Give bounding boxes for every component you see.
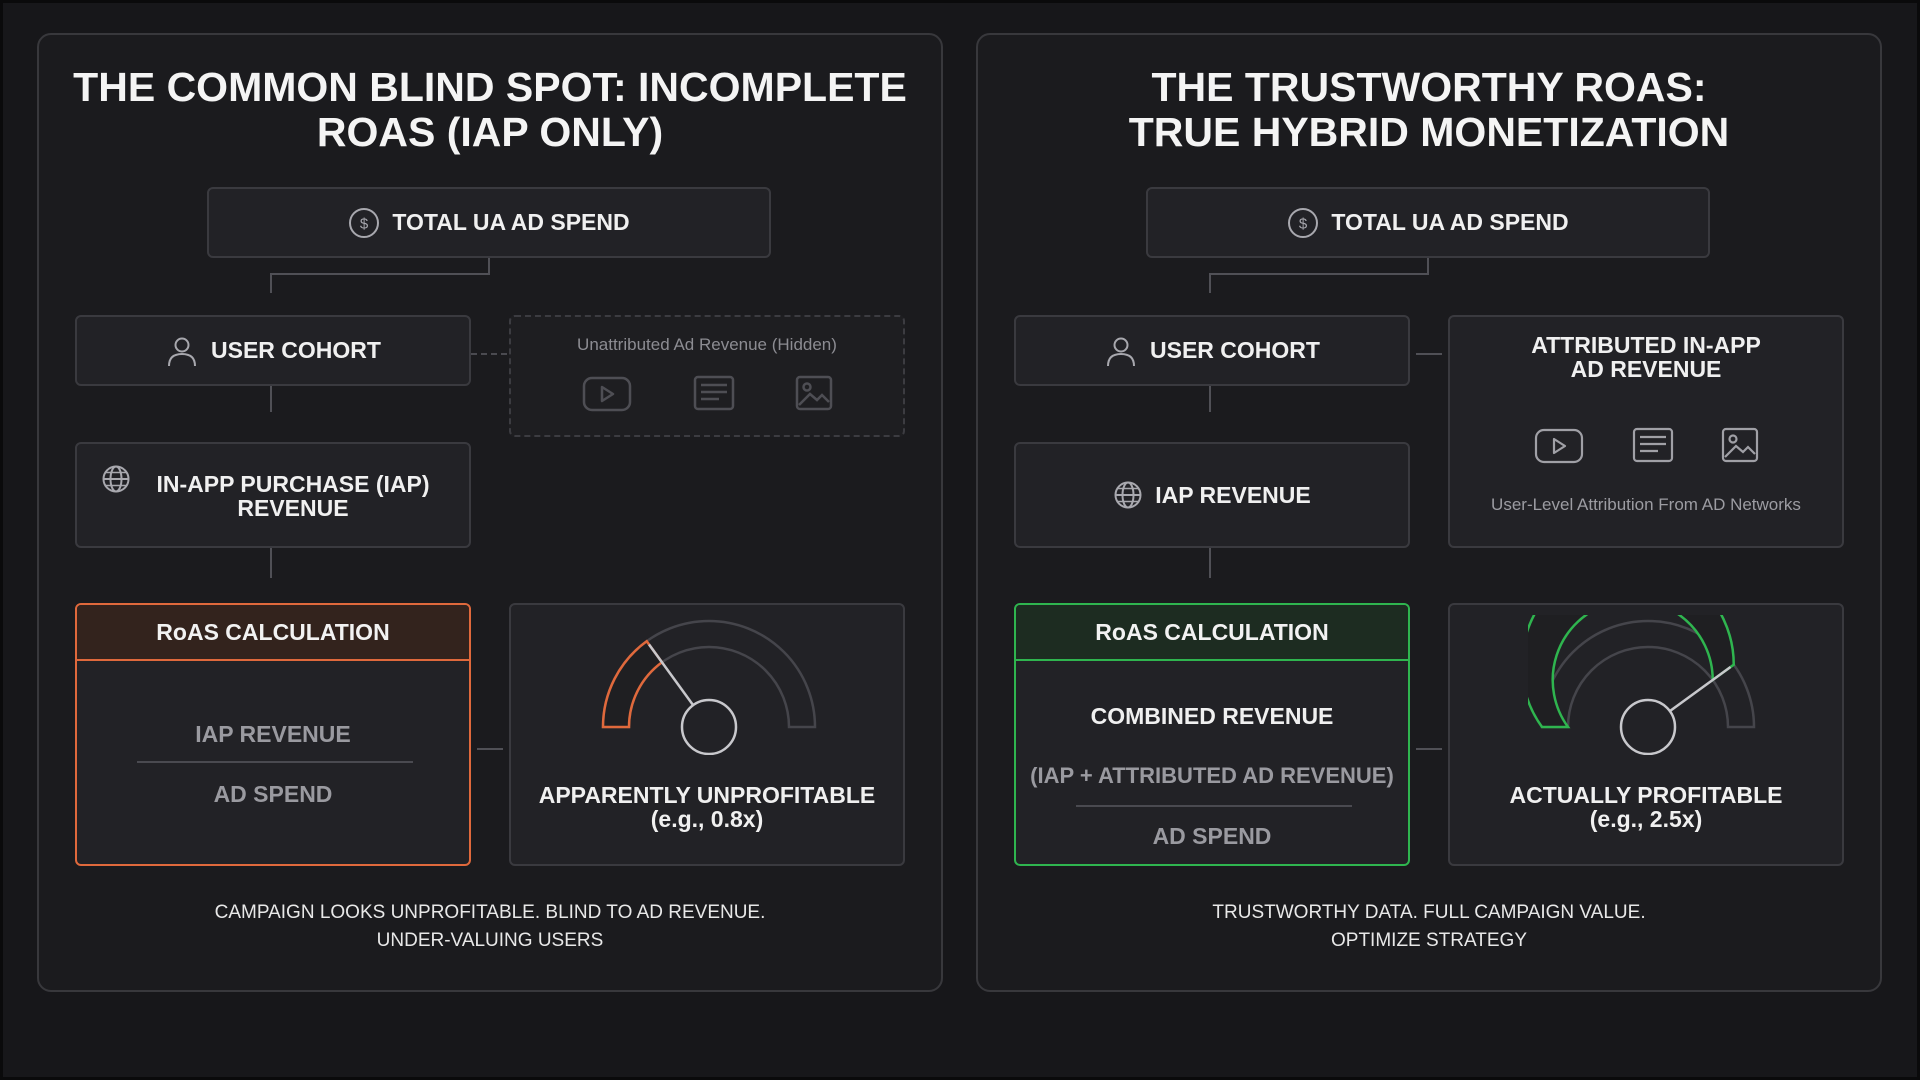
dashed-connector <box>471 353 507 355</box>
panel-trustworthy-roas: THE TRUSTWORTHY ROAS: TRUE HYBRID MONETI… <box>976 33 1882 992</box>
roas-calculation-box: RoAS CALCULATION COMBINED REVENUE (IAP +… <box>1014 603 1410 866</box>
title-line-1: THE COMMON BLIND SPOT: INCOMPLETE <box>73 64 907 110</box>
panel-caption: CAMPAIGN LOOKS UNPROFITABLE. BLIND TO AD… <box>39 899 941 955</box>
result-box: APPARENTLY UNPROFITABLE (e.g., 0.8x) <box>509 603 905 866</box>
article-icon <box>1632 427 1674 465</box>
gauge-fill <box>601 639 664 729</box>
svg-text:$: $ <box>360 215 369 232</box>
title-line-2: ROAS (IAP ONLY) <box>316 109 664 155</box>
article-icon <box>693 375 735 413</box>
roas-gauge <box>601 619 817 755</box>
user-cohort-label: USER COHORT <box>211 337 381 363</box>
caption-line-1: CAMPAIGN LOOKS UNPROFITABLE. BLIND TO AD… <box>214 902 766 923</box>
iap-revenue-label: IAP REVENUE <box>1155 481 1311 508</box>
video-play-icon <box>581 375 633 413</box>
user-cohort-box: USER COHORT <box>1014 315 1410 386</box>
title-line-1: THE TRUSTWORTHY ROAS: <box>1151 64 1707 110</box>
globe-icon <box>1113 480 1143 510</box>
svg-text:$: $ <box>1299 215 1308 232</box>
video-play-icon <box>1533 427 1585 465</box>
panel-title: THE TRUSTWORTHY ROAS: TRUE HYBRID MONETI… <box>978 65 1880 155</box>
formula-denominator: AD SPEND <box>213 781 333 807</box>
user-icon <box>1104 334 1138 368</box>
user-cohort-box: USER COHORT <box>75 315 471 386</box>
result-label: APPARENTLY UNPROFITABLE <box>538 782 876 808</box>
attributed-title-line-1: ATTRIBUTED IN-APP <box>1531 332 1761 358</box>
total-ad-spend-label: TOTAL UA AD SPEND <box>392 209 630 235</box>
user-cohort-label: USER COHORT <box>1150 337 1320 363</box>
result-label: ACTUALLY PROFITABLE <box>1509 782 1783 808</box>
total-ad-spend-label: TOTAL UA AD SPEND <box>1331 209 1569 235</box>
attributed-ad-revenue-box: ATTRIBUTED IN-APP AD REVENUE User-Level … <box>1448 315 1844 548</box>
title-line-2: TRUE HYBRID MONETIZATION <box>1128 109 1730 155</box>
connector <box>1209 273 1211 293</box>
caption-line-2: OPTIMIZE STRATEGY <box>1331 930 1527 951</box>
fraction-bar <box>137 761 413 763</box>
hidden-ad-revenue-label: Unattributed Ad Revenue (Hidden) <box>577 335 837 354</box>
roas-calculation-header: RoAS CALCULATION <box>77 605 469 661</box>
connector <box>270 273 272 293</box>
result-example: (e.g., 2.5x) <box>1589 806 1703 832</box>
connector <box>270 548 272 578</box>
formula-numerator: COMBINED REVENUE <box>1090 703 1334 729</box>
dollar-icon: $ <box>348 207 380 239</box>
dollar-icon: $ <box>1287 207 1319 239</box>
roas-gauge <box>1528 615 1756 755</box>
connector <box>477 748 503 750</box>
panel-incomplete-roas: THE COMMON BLIND SPOT: INCOMPLETE ROAS (… <box>37 33 943 992</box>
attributed-title-line-2: AD REVENUE <box>1570 356 1722 382</box>
roas-calculation-header: RoAS CALCULATION <box>1016 605 1408 661</box>
connector <box>1209 273 1429 275</box>
caption-line-1: TRUSTWORTHY DATA. FULL CAMPAIGN VALUE. <box>1212 902 1646 923</box>
hidden-ad-revenue-box: Unattributed Ad Revenue (Hidden) <box>509 315 905 437</box>
formula-numerator: IAP REVENUE <box>195 721 351 747</box>
iap-label-line-1: IN-APP PURCHASE (IAP) <box>156 471 430 497</box>
user-icon <box>165 334 199 368</box>
panel-caption: TRUSTWORTHY DATA. FULL CAMPAIGN VALUE. O… <box>978 899 1880 955</box>
image-icon <box>1721 427 1759 465</box>
gauge-hub <box>1619 698 1677 755</box>
connector <box>1416 353 1442 355</box>
image-icon <box>795 375 833 413</box>
connector <box>270 386 272 412</box>
formula-numerator-detail: (IAP + ATTRIBUTED AD REVENUE) <box>1030 763 1394 788</box>
roas-calculation-box: RoAS CALCULATION IAP REVENUE AD SPEND <box>75 603 471 866</box>
iap-label-line-2: REVENUE <box>237 495 349 521</box>
iap-revenue-box: IAP REVENUE <box>1014 442 1410 548</box>
result-example: (e.g., 0.8x) <box>650 806 764 832</box>
caption-line-2: UNDER-VALUING USERS <box>376 930 604 951</box>
connector <box>1416 748 1442 750</box>
fraction-bar <box>1076 805 1352 807</box>
connector <box>1209 548 1211 578</box>
formula-denominator: AD SPEND <box>1152 823 1272 849</box>
attribution-note: User-Level Attribution From AD Networks <box>1491 495 1801 514</box>
panel-title: THE COMMON BLIND SPOT: INCOMPLETE ROAS (… <box>39 65 941 155</box>
connector <box>1209 386 1211 412</box>
total-ad-spend-box: $ TOTAL UA AD SPEND <box>207 187 771 258</box>
connector <box>270 273 490 275</box>
total-ad-spend-box: $ TOTAL UA AD SPEND <box>1146 187 1710 258</box>
iap-revenue-box: IN-APP PURCHASE (IAP) REVENUE <box>75 442 471 548</box>
result-box: ACTUALLY PROFITABLE (e.g., 2.5x) <box>1448 603 1844 866</box>
gauge-hub <box>680 698 738 755</box>
